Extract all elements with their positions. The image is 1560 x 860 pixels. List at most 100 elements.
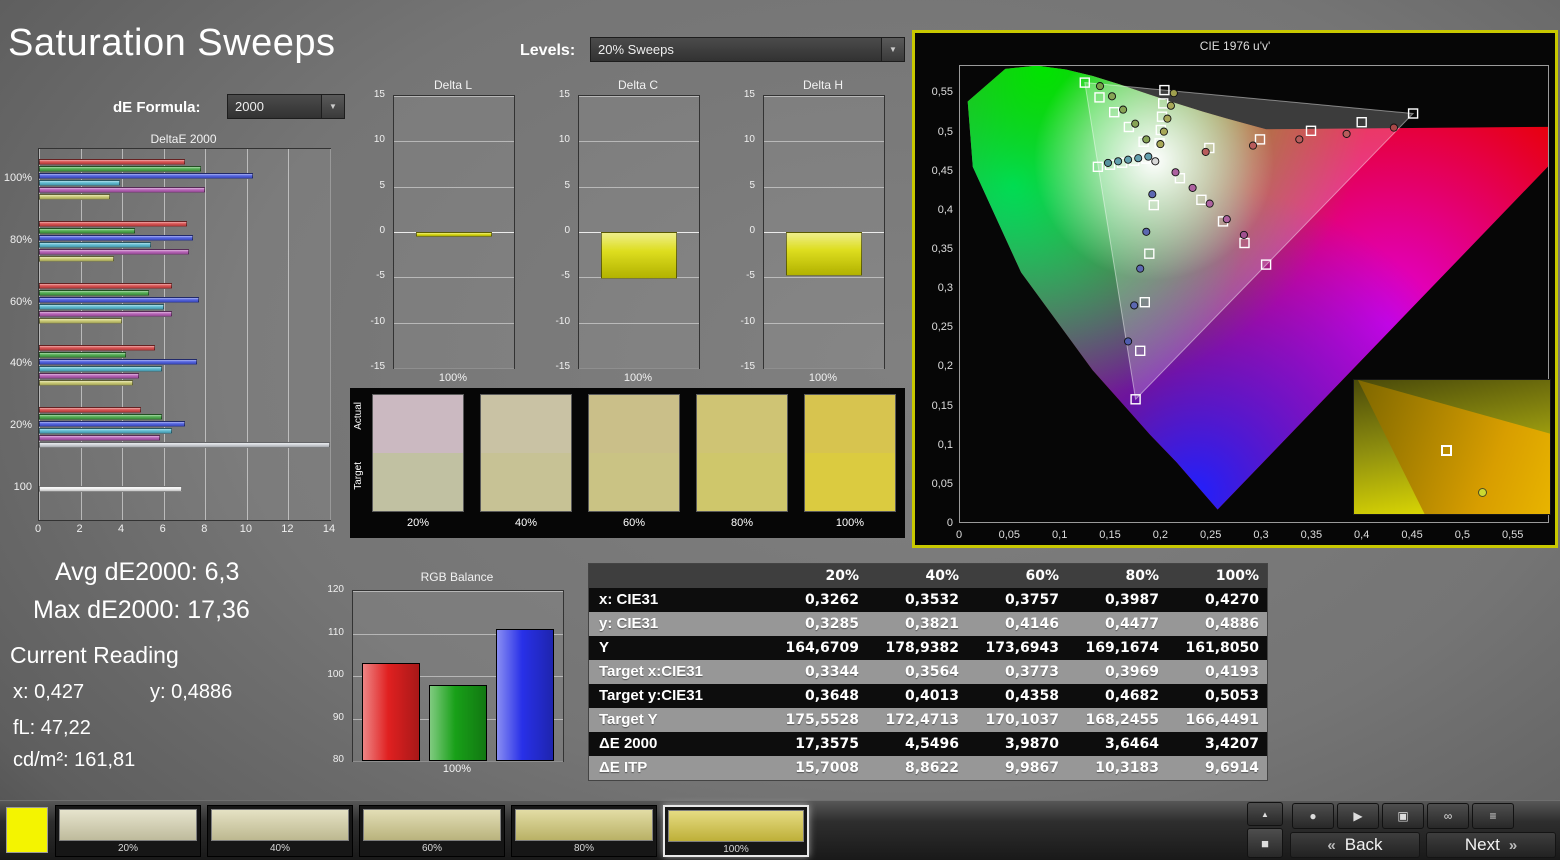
tick-label: 0,35 — [931, 243, 953, 255]
red-bar — [362, 663, 420, 762]
bar — [39, 180, 121, 187]
continuous-button[interactable]: ∞ — [1427, 803, 1469, 829]
bottom-bar: 20% 40% 60% 80% 100% ▲ ■ ● ▶ ▣ ∞ ≡ « Back Next » — [0, 800, 1560, 860]
group-label: 60% — [9, 295, 32, 308]
table-cell: 170,1037 — [985, 712, 1059, 728]
tick-label: 0,55 — [1501, 529, 1524, 541]
delta-h-x-label: 100% — [808, 372, 838, 384]
tick-label: 0,1 — [1052, 529, 1068, 541]
play-button[interactable]: ▶ — [1337, 803, 1379, 829]
pattern-swatch-button[interactable]: 40% — [207, 805, 353, 857]
gridline — [80, 149, 82, 520]
levels-dropdown[interactable]: 20% Sweeps ▼ — [590, 37, 905, 62]
gridline — [579, 186, 699, 188]
table-cell: 0,4682 — [1104, 688, 1159, 704]
bar — [39, 420, 185, 427]
tick-label: 90 — [332, 711, 344, 723]
control-buttons: ● ▶ ▣ ∞ ≡ — [1292, 803, 1514, 829]
tick-label: 0 — [564, 225, 570, 236]
avg-de2000-reading: Avg dE2000: 6,3 — [55, 558, 240, 586]
green-bar — [429, 684, 487, 761]
swatch-label: 80% — [573, 843, 594, 854]
de-formula-value: 2000 — [235, 99, 264, 114]
table-cell: 161,8050 — [1185, 640, 1259, 656]
tick-label: 4 — [118, 523, 125, 535]
max-de2000-reading: Max dE2000: 17,36 — [33, 596, 250, 624]
gridline — [353, 591, 563, 592]
delta-c-title: Delta C — [617, 78, 658, 92]
target-swatch — [373, 453, 463, 511]
delta-h-plot — [763, 95, 885, 369]
bar — [39, 297, 200, 304]
row-label: Target Y — [599, 711, 658, 728]
de-formula-dropdown[interactable]: 2000 ▼ — [227, 94, 345, 119]
gridline — [764, 368, 884, 369]
group-label: 20% — [9, 419, 32, 432]
levels-value: 20% Sweeps — [598, 42, 674, 57]
measurement-marker — [1201, 147, 1210, 156]
tick-label: -15 — [740, 361, 755, 372]
table-header-row: 20% 40% 60% 80% 100% — [589, 564, 1267, 588]
table-cell: 10,3183 — [1095, 760, 1159, 776]
bar — [39, 249, 189, 256]
tick-label: 0,1 — [937, 438, 953, 451]
measurement-marker — [1151, 157, 1160, 166]
gridline — [579, 96, 699, 97]
delta-l-y-axis: 15 10 5 0 -5 -10 -15 — [355, 89, 389, 372]
next-button[interactable]: Next » — [1426, 832, 1556, 858]
table-cell: 0,3564 — [904, 664, 959, 680]
row-label: ΔE 2000 — [599, 735, 658, 752]
tick-label: 0,25 — [931, 321, 953, 334]
bar — [39, 173, 254, 180]
bar — [39, 427, 172, 434]
tick-label: 5 — [749, 179, 755, 191]
tick-label: -5 — [746, 270, 755, 282]
bar — [39, 311, 172, 318]
collapse-button[interactable]: ▲ — [1247, 802, 1283, 826]
bar — [39, 351, 127, 358]
tick-label: 0 — [946, 517, 953, 529]
tick-label: 12 — [281, 523, 294, 535]
measurement-marker — [1163, 114, 1172, 123]
target-swatch — [805, 453, 895, 511]
bar — [39, 256, 114, 263]
menu-button[interactable]: ≡ — [1472, 803, 1514, 829]
table-row: Target y:CIE31 0,3648 0,4013 0,4358 0,4682 0,… — [589, 684, 1267, 708]
tick-label: 0 — [955, 529, 963, 541]
table-row: Target Y 175,5528 172,4713 170,1037 168,2455… — [589, 708, 1267, 732]
reading-cdm2: cd/m²: 161,81 — [13, 749, 136, 771]
bar — [39, 187, 206, 194]
tick-label: 0,3 — [1253, 529, 1269, 541]
tick-label: 120 — [327, 584, 344, 595]
display-mode-button[interactable]: ■ — [1247, 828, 1283, 858]
cie-x-axis: 0 0,05 0,1 0,15 0,2 0,25 0,3 0,35 0,4 0,45 0,5 0,55 — [955, 529, 1549, 543]
column-header: 80% — [1125, 568, 1159, 584]
current-color-swatch — [6, 807, 48, 853]
back-chevron-icon: « — [1327, 836, 1336, 854]
tick-label: -15 — [555, 361, 570, 372]
pattern-swatch-button[interactable]: 60% — [359, 805, 505, 857]
measurement-marker — [1130, 301, 1139, 310]
measurement-marker — [1144, 152, 1153, 161]
table-cell: 8,8622 — [904, 760, 959, 776]
group-label: 100% — [3, 171, 32, 184]
pattern-swatch-button[interactable]: 100% — [663, 805, 809, 857]
pattern-swatch-button[interactable]: 80% — [511, 805, 657, 857]
record-button[interactable]: ● — [1292, 803, 1334, 829]
tick-label: 0,3 — [937, 282, 953, 295]
table-row: x: CIE31 0,3262 0,3532 0,3757 0,3987 0,4270 — [589, 588, 1267, 612]
bar — [39, 228, 135, 235]
delta-l-x-label: 100% — [438, 372, 468, 384]
tick-label: 15 — [558, 89, 570, 100]
rgb-plot — [352, 590, 564, 762]
tick-label: -10 — [740, 315, 755, 327]
gridline — [764, 277, 884, 279]
pattern-swatch-button[interactable]: 20% — [55, 805, 201, 857]
gridline — [764, 322, 884, 324]
tick-label: -5 — [561, 270, 570, 282]
inset-gradient — [1357, 380, 1550, 514]
swatch-label: 40% — [514, 517, 538, 529]
back-button[interactable]: « Back — [1290, 832, 1420, 858]
inset-measurement-marker — [1478, 488, 1487, 497]
pattern-button[interactable]: ▣ — [1382, 803, 1424, 829]
